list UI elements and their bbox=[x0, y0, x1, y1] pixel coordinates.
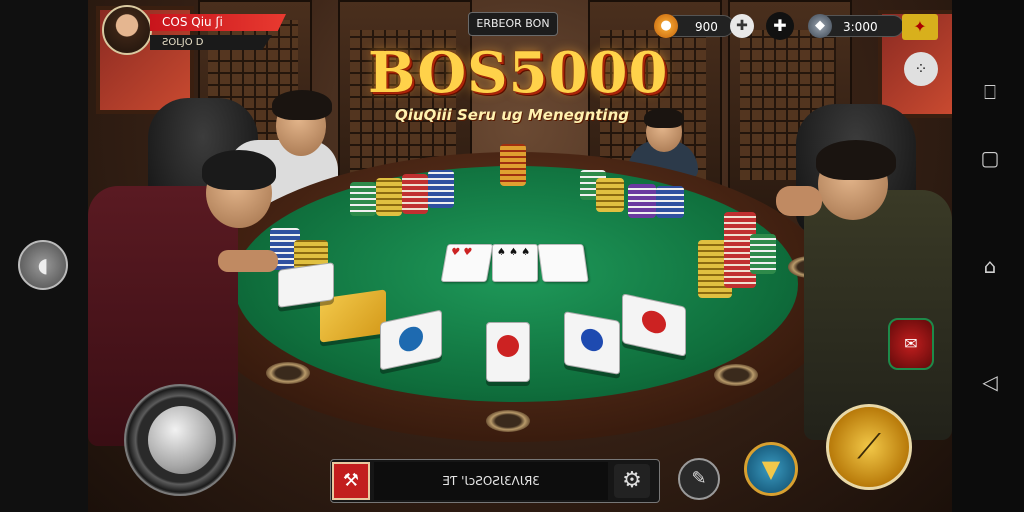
plus-button-icon[interactable]: ✚ bbox=[766, 12, 794, 40]
boost-icon[interactable]: ▼ bbox=[744, 442, 798, 496]
chat-bubble-icon[interactable]: ◖ bbox=[18, 240, 68, 290]
gem-icon: ◆ bbox=[808, 14, 832, 38]
book-icon[interactable]: ⎕ bbox=[976, 78, 1004, 106]
chip-stack[interactable] bbox=[628, 184, 656, 218]
card-deck[interactable] bbox=[564, 311, 620, 375]
deck-emblem-icon bbox=[497, 335, 519, 357]
community-card[interactable] bbox=[537, 244, 589, 282]
player-profile-card[interactable]: COS Qiu ʃi ƧOLJO D bbox=[102, 5, 288, 55]
player-coins: ƧOLJO D bbox=[150, 35, 272, 50]
game-subtitle: QiuQiii Seru ug Menegnting bbox=[395, 106, 629, 124]
cup-holder bbox=[486, 410, 530, 432]
cup-holder bbox=[714, 364, 758, 386]
card-deck[interactable] bbox=[486, 322, 530, 382]
edit-icon[interactable]: ✎ bbox=[678, 458, 720, 500]
player-name: COS Qiu ʃi bbox=[150, 14, 286, 31]
chip-stack[interactable] bbox=[376, 178, 402, 216]
chip-icon: ● bbox=[654, 14, 678, 38]
card-deck[interactable] bbox=[278, 262, 334, 308]
community-card[interactable]: ♠ ♠ ♠ bbox=[492, 244, 538, 282]
chip-balance-value: 900 bbox=[695, 20, 718, 34]
chip-stack[interactable] bbox=[402, 174, 428, 214]
gem-balance-value: 3:000 bbox=[843, 20, 878, 34]
chip-stack[interactable] bbox=[596, 178, 624, 212]
gift-icon[interactable]: ✉ bbox=[888, 318, 934, 370]
home-icon[interactable]: ⌂ bbox=[976, 252, 1004, 280]
event-button[interactable]: ERBEOR BON bbox=[468, 12, 558, 36]
chat-message: ƎƬ 'ƖɔƧOƧƖƐɅƖЯƐ bbox=[374, 462, 608, 500]
recents-icon[interactable]: ▢ bbox=[976, 144, 1004, 172]
card-suit-heart-icon: ♥ ♥ bbox=[449, 247, 473, 258]
emote-icon[interactable]: ⚒ bbox=[332, 462, 370, 500]
joystick-knob[interactable] bbox=[148, 406, 216, 474]
settings-nodes-icon[interactable]: ⁘ bbox=[904, 52, 938, 86]
chip-stack[interactable] bbox=[428, 170, 454, 208]
add-chips-icon[interactable]: ✚ bbox=[730, 14, 754, 38]
community-card[interactable]: ♥ ♥ bbox=[440, 244, 494, 282]
deck-emblem-icon bbox=[642, 308, 666, 336]
chip-stack[interactable] bbox=[750, 234, 776, 274]
shop-icon[interactable]: ✦ bbox=[902, 14, 938, 40]
chip-stack[interactable] bbox=[500, 144, 526, 186]
action-attack-button[interactable]: ⟋ bbox=[826, 404, 912, 490]
avatar[interactable] bbox=[102, 5, 152, 55]
deck-emblem-icon bbox=[399, 324, 423, 354]
chip-stack[interactable] bbox=[350, 182, 376, 216]
gear-icon[interactable]: ⚙ bbox=[614, 464, 650, 498]
chip-stack[interactable] bbox=[656, 186, 684, 218]
card-suit-spade-icon: ♠ ♠ ♠ bbox=[497, 247, 531, 258]
game-logo: BOS5000 bbox=[368, 40, 669, 106]
back-icon[interactable]: ◁ bbox=[976, 368, 1004, 396]
deck-emblem-icon bbox=[581, 327, 603, 353]
cup-holder bbox=[266, 362, 310, 384]
